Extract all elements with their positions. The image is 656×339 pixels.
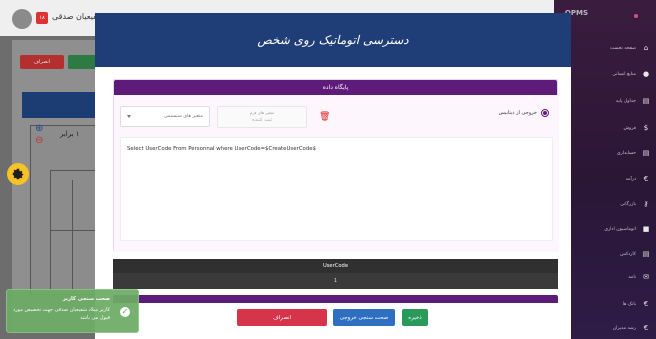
database-card: پایگاه داده خروجی از دیتابیس متغیر های س… xyxy=(113,79,559,252)
system-variables-value: متغیر های سیستمی xyxy=(163,114,203,119)
table-cell: 1 xyxy=(333,278,338,284)
euro-icon: € xyxy=(643,300,649,308)
auto-access-modal: دسترسی اتوماتیک روی شخص پایگاه داده خروج… xyxy=(95,13,571,339)
modal-header: دسترسی اتوماتیک روی شخص xyxy=(95,13,571,67)
background-action-button[interactable] xyxy=(68,55,98,69)
zoom-in-icon[interactable]: ⊕ xyxy=(35,123,43,134)
database-output-option[interactable]: خروجی از دیتابیس xyxy=(499,109,549,117)
sidebar-item-label: فروش xyxy=(623,125,636,131)
background-strip xyxy=(22,92,98,118)
database-output-radio[interactable] xyxy=(541,109,549,117)
user-icon: ● xyxy=(642,70,650,78)
form-variables-placeholder: ثبت کننده xyxy=(251,117,273,123)
sidebar-item-label: منابع انسانی xyxy=(612,71,636,77)
sidebar-item-label: رشد مدیران xyxy=(612,325,636,331)
settings-button[interactable] xyxy=(7,163,29,185)
document-icon: ▤ xyxy=(642,250,650,258)
sidebar-item-label: صفحه نخست xyxy=(610,45,636,51)
form-variables-field[interactable]: متغیر های فرم ثبت کننده xyxy=(217,106,307,128)
toast-message: کاربر میلاد شفیعیان صدقی جهت تخصیص مورد … xyxy=(13,307,110,321)
database-output-label: خروجی از دیتابیس xyxy=(498,110,537,116)
euro-icon: € xyxy=(643,175,649,183)
sidebar-item-label: حسابداری xyxy=(616,150,636,156)
cancel-button[interactable]: انصراف xyxy=(237,309,327,326)
avatar[interactable] xyxy=(12,9,32,29)
notification-badge[interactable]: ۱۸ xyxy=(36,12,48,24)
database-card-body: خروجی از دیتابیس متغیر های سیستمی متغیر … xyxy=(114,95,559,252)
euro-icon: € xyxy=(643,324,649,332)
sidebar-item-label: اتوماسیون اداری xyxy=(604,226,636,232)
status-dot xyxy=(634,14,638,18)
modal-title: دسترسی اتوماتیک روی شخص xyxy=(257,33,409,47)
app-root: ۱۸ سامانه شفیعیان صدقی انصراف ⊕ ⊖ ۱ براب… xyxy=(0,0,656,339)
sidebar-item-label: درآمد xyxy=(625,176,636,182)
column-header-usercode: UserCode xyxy=(322,263,349,269)
sidebar-item-label: نامه xyxy=(628,274,636,280)
database-card-header: پایگاه داده xyxy=(114,80,557,95)
sidebar-item-label: جداول پایه xyxy=(616,98,636,104)
verify-output-button[interactable]: صحت سنجی خروجی xyxy=(333,309,395,326)
radio-dot xyxy=(543,111,547,115)
gear-icon xyxy=(12,168,24,180)
check-circle-icon: ✓ xyxy=(120,307,130,317)
zoom-out-icon[interactable]: ⊖ xyxy=(35,135,43,146)
toast-title: صحت سنجی کاربر xyxy=(62,296,110,302)
background-cancel-button[interactable]: انصراف xyxy=(20,55,64,69)
form-variables-label: متغیر های فرم xyxy=(249,110,275,115)
table-row[interactable]: 1 xyxy=(113,273,558,289)
save-button[interactable]: ذخیره xyxy=(402,309,428,326)
home-icon: ⌂ xyxy=(643,44,649,52)
dollar-icon: $ xyxy=(643,124,649,132)
modal-footer: انصراف صحت سنجی خروجی ذخیره xyxy=(95,303,571,339)
sheet-line xyxy=(50,230,98,231)
document-icon: ▤ xyxy=(642,97,650,105)
sidebar-item-label: بانک ها xyxy=(622,301,636,307)
document-icon: ▤ xyxy=(642,149,650,157)
sidebar-item-label: کاردکس xyxy=(620,251,636,257)
sql-query-text: Select UserCode From Personnal where Use… xyxy=(127,146,316,152)
mail-icon: ✉ xyxy=(643,273,649,281)
key-icon: ⚷ xyxy=(643,200,649,208)
sql-query-textarea[interactable]: Select UserCode From Personnal where Use… xyxy=(120,137,553,241)
trash-icon[interactable]: 🗑 xyxy=(319,113,330,122)
lock-icon: ■ xyxy=(642,225,650,233)
toast-notification[interactable]: صحت سنجی کاربر کاربر میلاد شفیعیان صدقی … xyxy=(6,289,139,333)
chevron-down-icon xyxy=(127,115,131,118)
system-variables-select[interactable]: متغیر های سیستمی xyxy=(120,106,210,127)
database-card-title: پایگاه داده xyxy=(322,84,349,91)
sidebar-item-label: بازرگانی xyxy=(620,201,636,207)
result-table-header: UserCode xyxy=(113,259,558,273)
sheet-line xyxy=(72,180,73,290)
zoom-label: ۱ برابر xyxy=(60,130,80,138)
